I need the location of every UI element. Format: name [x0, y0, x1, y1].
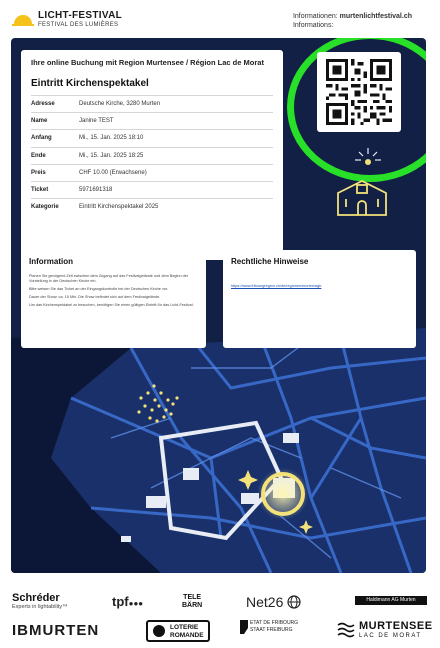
event-title: Eintritt Kirchenspektakel [31, 78, 149, 89]
row-label: Anfang [31, 129, 79, 148]
festival-logo-icon [12, 15, 34, 26]
waves-icon [337, 622, 355, 638]
information-title: Information [29, 257, 73, 266]
murtensee-line-1: MURTENSEE [359, 620, 433, 632]
table-row: Ticket 5971691318 [31, 180, 273, 199]
row-value: Mi., 15. Jan. 2025 18:25 [79, 146, 273, 165]
loterie-line-2: ROMANDE [170, 632, 204, 639]
sponsor-haldimann: Haldimann AG Murten [355, 596, 427, 605]
loterie-circle-icon [153, 625, 165, 637]
row-label: Preis [31, 163, 79, 182]
legal-panel: Rechtliche Hinweise https://www.fribourg… [223, 250, 416, 348]
ticket-qr-code [317, 52, 401, 132]
row-label: Ticket [31, 180, 79, 199]
booking-card: Ihre online Buchung mit Region Murtensee… [21, 50, 283, 260]
telebarn-line-1: TELE [183, 594, 202, 601]
sponsor-tpf: tpf●●● [112, 594, 144, 609]
brand-subtitle: FESTIVAL DES LUMIÈRES [38, 22, 119, 28]
sponsor-murtensee: MURTENSEE LAC DE MORAT [337, 620, 433, 640]
fribourg-line-2: STAAT FREIBURG [250, 627, 293, 633]
sponsor-ibmurten: IBMURTEN [12, 622, 99, 639]
qr-code-icon [326, 59, 392, 125]
row-label: Name [31, 112, 79, 130]
information-text-3: Dauer der Show: ca. 15 Min. Die Show bef… [29, 295, 161, 299]
information-text-1: Planen Sie genügend Zeit zwischen dem Zu… [29, 274, 189, 283]
church-icon [337, 179, 387, 216]
telebarn-line-2: BÄRN [182, 602, 203, 609]
sponsor-net26: Net26 [246, 594, 301, 610]
tpf-logo: tpf [112, 594, 129, 609]
sponsor-bar: Schréder Experts in lightability™ tpf●●●… [0, 578, 440, 648]
page-header: LICHT-FESTIVAL FESTIVAL DES LUMIÈRES Inf… [0, 0, 440, 36]
row-label: Kategorie [31, 198, 79, 216]
brand: LICHT-FESTIVAL FESTIVAL DES LUMIÈRES [38, 10, 122, 29]
table-row: Adresse Deutsche Kirche, 3280 Murten [31, 94, 273, 113]
contact-info: Informationen: murtenlichtfestival.ch In… [293, 12, 412, 30]
fribourg-line-1: ETAT DE FRIBOURG [250, 620, 299, 626]
row-value: Deutsche Kirche, 3280 Murten [79, 94, 273, 113]
information-panel: Information Planen Sie genügend Zeit zwi… [21, 250, 206, 348]
row-label: Ende [31, 146, 79, 165]
table-row: Name Janine TEST [31, 112, 273, 130]
loterie-line-1: LOTERIE [170, 624, 199, 631]
ticket-poster: Ihre online Buchung mit Region Murtensee… [11, 38, 426, 573]
sponsor-loterie-romande: LOTERIE ROMANDE [146, 620, 210, 642]
terms-link[interactable]: https://www.fribourgregion.ch/de/regione… [231, 284, 321, 288]
fribourg-mark-icon [240, 620, 248, 634]
row-value: 5971691318 [79, 180, 273, 199]
net26-logo: Net26 [246, 594, 284, 610]
table-row: Preis CHF 10.00 (Erwachsene) [31, 163, 273, 182]
booking-details-table: Adresse Deutsche Kirche, 3280 Murten Name… [31, 94, 273, 216]
murtensee-line-2: LAC DE MORAT [359, 633, 422, 639]
brand-name: LICHT-FESTIVAL [38, 10, 123, 21]
table-row: Anfang Mi., 15. Jan. 2025 18:10 [31, 129, 273, 148]
row-value: CHF 10.00 (Erwachsene) [79, 163, 273, 182]
ibmurten-logo: IBMURTEN [12, 622, 100, 639]
haldimann-logo: Haldimann AG Murten [366, 597, 416, 603]
contact-label: Informationen: [292, 13, 338, 20]
schreder-tagline: Experts in lightability™ [12, 604, 68, 610]
sparkle-icon [355, 148, 381, 165]
legal-title: Rechtliche Hinweise [231, 257, 309, 266]
contact-website[interactable]: murtenlichtfestival.ch [340, 13, 412, 20]
row-value: Mi., 15. Jan. 2025 18:10 [79, 129, 273, 148]
table-row: Ende Mi., 15. Jan. 2025 18:25 [31, 146, 273, 165]
row-label: Adresse [31, 94, 79, 113]
globe-icon [287, 595, 301, 609]
booking-heading: Ihre online Buchung mit Region Murtensee… [31, 58, 264, 67]
information-text-2: Bitte weisen Sie das Ticket an der Einga… [29, 287, 169, 291]
sponsor-schreder: Schréder Experts in lightability™ [12, 592, 68, 610]
table-row: Kategorie Eintritt Kirchenspektakel 2025 [31, 198, 273, 216]
row-value: Eintritt Kirchenspektakel 2025 [79, 198, 273, 216]
contact-line-2: Informations: [292, 22, 334, 29]
information-text-4: Um das Kirchenspektakel zu besuchen, ben… [29, 303, 194, 307]
sponsor-telebarn: TELE BÄRN [182, 594, 202, 610]
sponsor-fribourg: ETAT DE FRIBOURG STAAT FREIBURG [240, 620, 298, 634]
schreder-logo: Schréder [12, 592, 60, 604]
row-value: Janine TEST [79, 112, 273, 130]
